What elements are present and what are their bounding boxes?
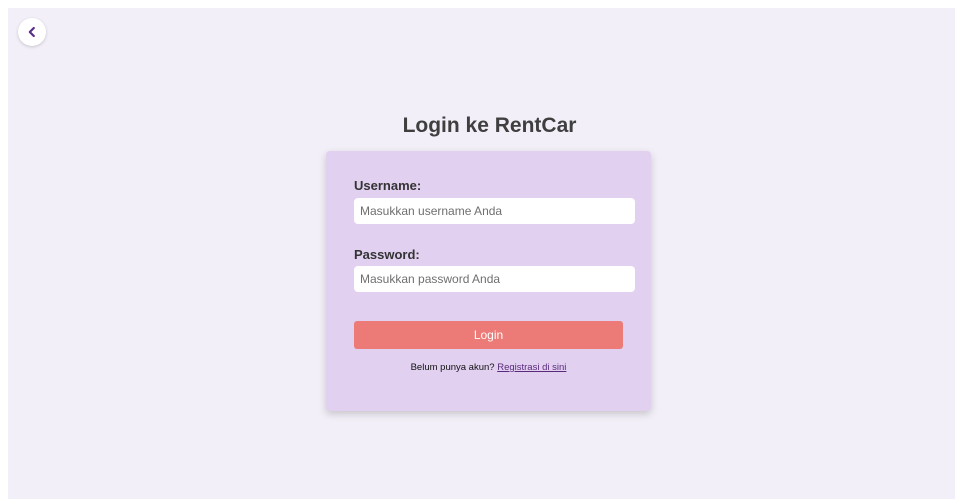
- username-label: Username:: [354, 178, 422, 193]
- chevron-left-icon: [28, 26, 35, 38]
- login-form: Username: Password: Login Belum punya ak…: [326, 151, 651, 411]
- password-label: Password:: [354, 247, 420, 262]
- register-row: Belum punya akun? Registrasi di sini: [326, 362, 651, 373]
- page-title: Login ke RentCar: [402, 114, 577, 137]
- register-prompt: Belum punya akun?: [410, 362, 495, 373]
- login-button[interactable]: Login: [354, 321, 623, 349]
- password-input[interactable]: [354, 266, 635, 292]
- back-button[interactable]: [18, 18, 46, 46]
- page-background: Login ke RentCar Username: Password: Log…: [8, 8, 955, 499]
- register-link[interactable]: Registrasi di sini: [497, 362, 566, 373]
- username-input[interactable]: [354, 198, 635, 224]
